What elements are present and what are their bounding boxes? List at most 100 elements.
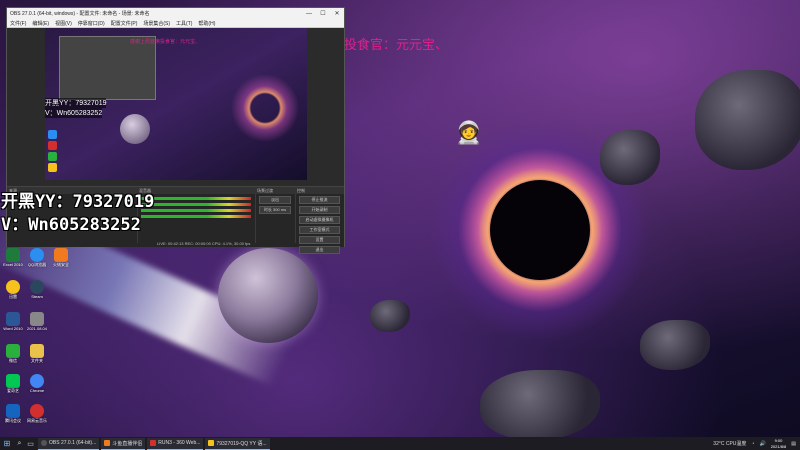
desktop-icon-steam[interactable]: Steam bbox=[24, 280, 50, 299]
desktop-icon-label: 爱奇艺 bbox=[7, 388, 19, 393]
asteroid bbox=[695, 70, 800, 170]
menu-view[interactable]: 视图(V) bbox=[55, 20, 72, 27]
windows-start-icon[interactable]: ⊞ bbox=[0, 439, 14, 448]
wechat-overlay-text: V：Wn605283252 bbox=[1, 215, 141, 235]
mini-app-icon bbox=[48, 163, 57, 172]
menu-tools[interactable]: 工具(T) bbox=[176, 20, 192, 27]
desktop-icon-label: Word 2010 bbox=[3, 326, 23, 331]
network-icon[interactable]: ◔ bbox=[751, 441, 754, 447]
taskbar-app-label: RUN3 - 360 Web... bbox=[158, 440, 201, 446]
desktop-icon-folder[interactable]: 文件夹 bbox=[24, 344, 50, 364]
close-icon[interactable]: ✕ bbox=[330, 10, 344, 17]
audio-meter bbox=[141, 209, 251, 212]
menu-file[interactable]: 文件(F) bbox=[10, 20, 26, 27]
menu-edit[interactable]: 编辑(E) bbox=[32, 20, 49, 27]
menu-docks[interactable]: 停靠窗口(D) bbox=[78, 20, 105, 27]
desktop-icon-label: Excel 2010 bbox=[3, 262, 23, 267]
desktop-icon-word[interactable]: Word 2010 bbox=[0, 312, 26, 331]
astronaut-icon: 🧑‍🚀 bbox=[455, 120, 483, 145]
obs-window-title: OBS 27.0.1 (64-bit, windows) - 配置文件: 未命名… bbox=[10, 11, 150, 17]
taskbar-app-obs[interactable]: OBS 27.0.1 (64-bit)... bbox=[38, 437, 100, 450]
mixer-dock-header: 混音器 bbox=[137, 187, 255, 194]
taskbar-app-label: 斗鱼直播伴侣 bbox=[112, 440, 143, 447]
desktop-icon-xunlei[interactable]: 迅雷 bbox=[0, 280, 26, 300]
menu-scene-collection[interactable]: 场景集合(S) bbox=[143, 20, 170, 27]
desktop-icon-tencent-meeting[interactable]: 腾讯会议 bbox=[0, 404, 26, 424]
shield-icon bbox=[54, 248, 68, 262]
desktop-icon-folder-date[interactable]: 2021.08.04 bbox=[24, 312, 50, 331]
desktop-icon-label: Chrome bbox=[29, 388, 45, 393]
desktop-icon-chrome[interactable]: Chrome bbox=[24, 374, 50, 393]
asteroid bbox=[640, 320, 710, 370]
desktop-icon-excel[interactable]: Excel 2010 bbox=[0, 248, 26, 267]
task-view-icon[interactable]: ▭ bbox=[25, 440, 36, 448]
desktop-icon-label: 火绒安全 bbox=[53, 262, 69, 267]
notification-icon[interactable]: ▤ bbox=[791, 441, 796, 447]
desktop-icon-iqiyi[interactable]: 爱奇艺 bbox=[0, 374, 26, 394]
desktop-icon-label: 微信 bbox=[9, 358, 17, 363]
desktop-wallpaper: 🧑‍🚀 感谢上周首席投食官：元元宝、 OBS 27.0.1 (64-bit, w… bbox=[0, 0, 800, 437]
transition-select[interactable]: 淡出 bbox=[259, 196, 291, 204]
controls-dock-header: 控制 bbox=[295, 187, 344, 194]
minimize-icon[interactable]: — bbox=[302, 11, 316, 17]
desktop-icon-wechat[interactable]: 微信 bbox=[0, 344, 26, 364]
maximize-icon[interactable]: ☐ bbox=[316, 10, 330, 17]
transitions-dock[interactable]: 场景过渡 淡出 时长 300 ms bbox=[255, 187, 296, 243]
browser-icon bbox=[150, 440, 157, 446]
menu-profile[interactable]: 配置文件(P) bbox=[111, 20, 138, 27]
obs-titlebar[interactable]: OBS 27.0.1 (64-bit, windows) - 配置文件: 未命名… bbox=[7, 8, 344, 19]
stop-streaming-button[interactable]: 停止推流 bbox=[299, 196, 340, 204]
obs-menubar: 文件(F) 编辑(E) 视图(V) 停靠窗口(D) 配置文件(P) 场景集合(S… bbox=[7, 19, 344, 28]
planet bbox=[218, 248, 318, 343]
desktop-icon-qq-browser[interactable]: QQ浏览器 bbox=[24, 248, 50, 268]
exit-button[interactable]: 退出 bbox=[299, 246, 340, 254]
mini-app-icon bbox=[48, 130, 57, 139]
excel-icon bbox=[6, 248, 20, 262]
duration-field[interactable]: 时长 300 ms bbox=[259, 206, 291, 214]
tray-temperature: 32°C CPU温度 bbox=[713, 441, 747, 447]
wechat-icon bbox=[6, 344, 20, 358]
audio-meter bbox=[141, 203, 251, 206]
audio-meter bbox=[141, 197, 251, 200]
desktop-icon-label: 网易云音乐 bbox=[27, 418, 47, 423]
desktop-icon-label: 迅雷 bbox=[9, 294, 17, 299]
yy-overlay-text: 开黑YY：79327019 bbox=[1, 192, 155, 212]
transitions-dock-header: 场景过渡 bbox=[255, 187, 295, 194]
black-hole bbox=[490, 180, 590, 280]
obs-status-bar: LIVE: 00:42:13 REC: 00:00:00 CPU: 4.1%, … bbox=[157, 241, 251, 246]
desktop-icons: Excel 2010 QQ浏览器 火绒安全 迅雷 Steam Word 2010… bbox=[0, 246, 80, 436]
taskbar: ⊞ ⌕ ▭ OBS 27.0.1 (64-bit)... 斗鱼直播伴侣 RUN3… bbox=[0, 437, 800, 450]
desktop-icon-label: 文件夹 bbox=[31, 358, 43, 363]
obs-preview[interactable]: 感谢上周首席投食官：元元宝、 开黑YY：79327019 V：Wn6052832… bbox=[45, 28, 307, 180]
start-recording-button[interactable]: 开始录制 bbox=[299, 206, 340, 214]
mixer-dock[interactable]: 混音器 bbox=[137, 187, 256, 243]
volume-icon[interactable]: 🔊 bbox=[759, 441, 765, 447]
search-icon[interactable]: ⌕ bbox=[14, 440, 25, 448]
taskbar-app-douyu[interactable]: 斗鱼直播伴侣 bbox=[101, 437, 146, 450]
preview-desktop-icons bbox=[45, 128, 61, 174]
desktop-icon-label: QQ浏览器 bbox=[27, 262, 47, 267]
obs-icon bbox=[41, 440, 47, 446]
asteroid bbox=[480, 370, 600, 437]
meeting-icon bbox=[6, 404, 20, 418]
music-icon bbox=[30, 404, 44, 418]
settings-button[interactable]: 设置 bbox=[299, 236, 340, 244]
taskbar-app-yy[interactable]: 79327019-QQ YY 语... bbox=[205, 437, 270, 450]
asteroid bbox=[600, 130, 660, 185]
virtual-camera-button[interactable]: 启动虚拟摄像机 bbox=[299, 216, 340, 224]
desktop-icon-huorong[interactable]: 火绒安全 bbox=[48, 248, 74, 268]
asteroid bbox=[370, 300, 410, 332]
preview-thanks-text: 感谢上周首席投食官：元元宝、 bbox=[130, 39, 201, 45]
system-tray: 32°C CPU温度 ◔ 🔊 9:00 2021/8/8 ▤ bbox=[713, 438, 800, 450]
studio-mode-button[interactable]: 工作室模式 bbox=[299, 226, 340, 234]
desktop-icon-label: Steam bbox=[31, 294, 43, 299]
yy-icon bbox=[208, 440, 215, 446]
taskbar-app-browser[interactable]: RUN3 - 360 Web... bbox=[147, 437, 204, 450]
desktop-icon-netease-music[interactable]: 网易云音乐 bbox=[24, 404, 50, 424]
nested-preview-thumbnail bbox=[59, 36, 156, 100]
taskbar-clock[interactable]: 9:00 2021/8/8 bbox=[771, 438, 787, 450]
iqiyi-icon bbox=[6, 374, 20, 388]
word-icon bbox=[6, 312, 20, 326]
menu-help[interactable]: 帮助(H) bbox=[198, 20, 215, 27]
preview-planet bbox=[120, 114, 150, 144]
